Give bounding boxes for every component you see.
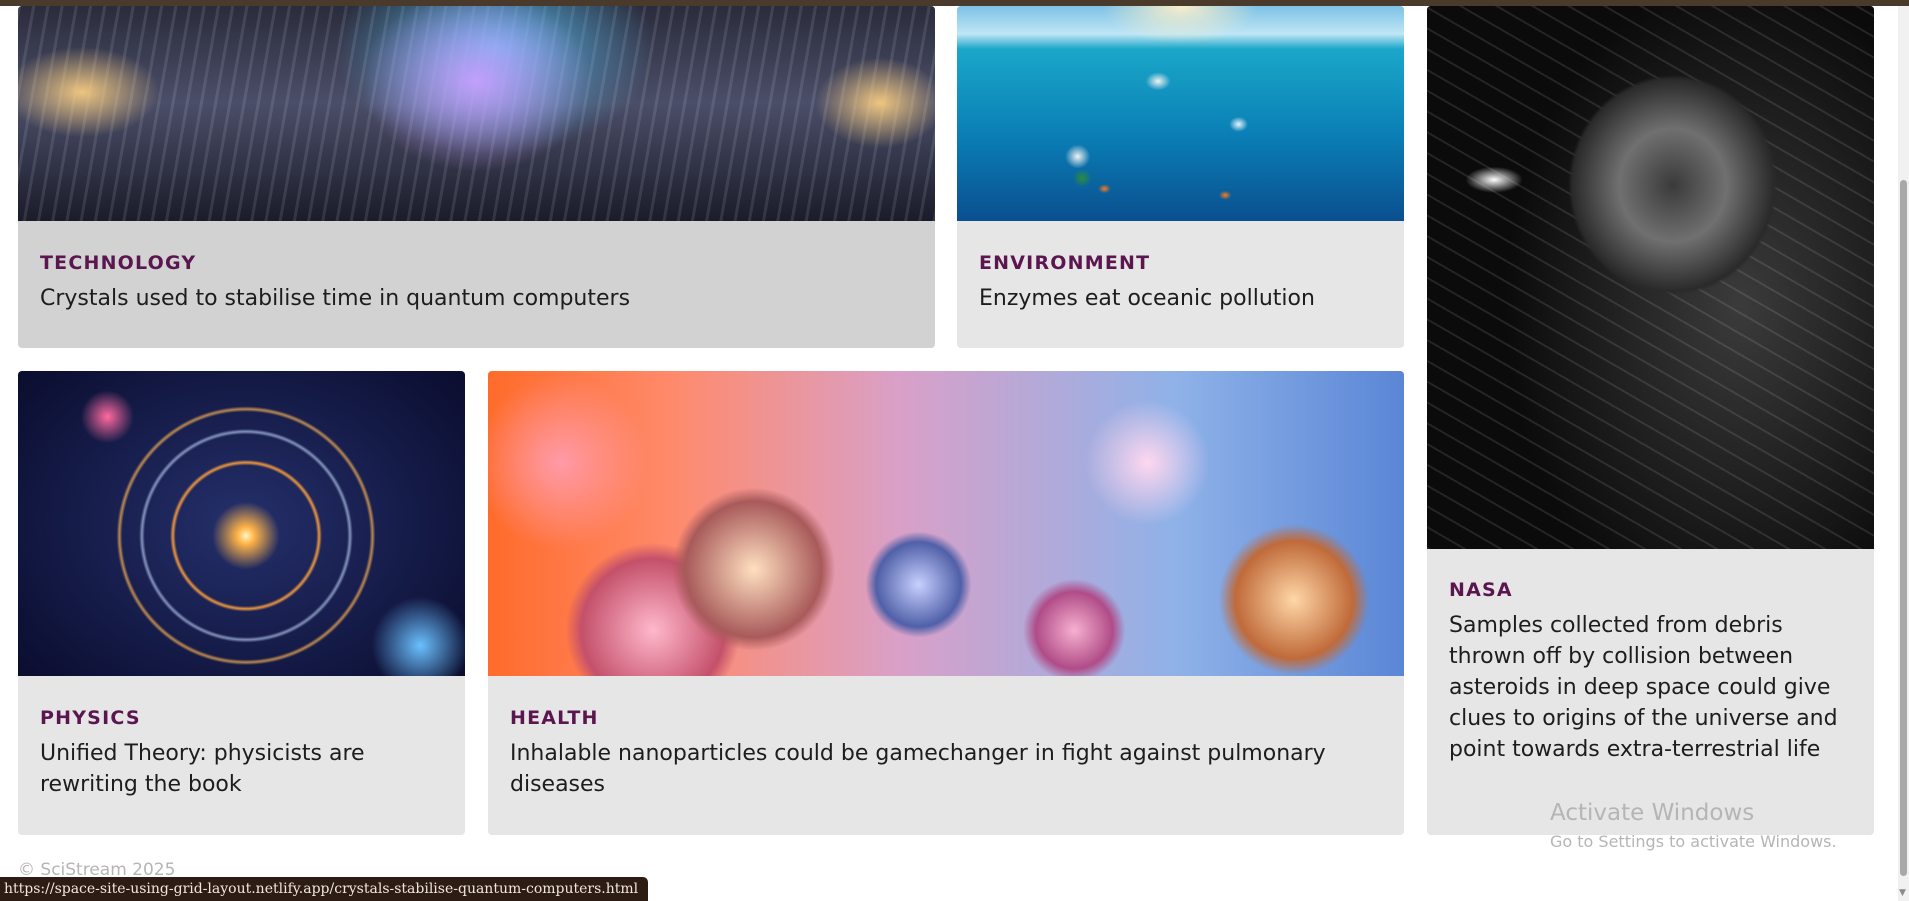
article-card-nasa[interactable]: NASA Samples collected from debris throw… bbox=[1427, 6, 1874, 835]
unified-theory-image bbox=[18, 371, 465, 676]
card-category: ENVIRONMENT bbox=[979, 252, 1151, 274]
watermark-title: Activate Windows bbox=[1550, 800, 1755, 826]
windows-activation-watermark: Activate Windows Go to Settings to activ… bbox=[1550, 800, 1837, 851]
scroll-down-arrow-icon[interactable]: ▼ bbox=[1899, 888, 1906, 898]
quantum-crystal-image bbox=[18, 6, 935, 221]
ocean-pollution-image bbox=[957, 6, 1404, 221]
card-category: HEALTH bbox=[510, 707, 599, 729]
card-headline[interactable]: Samples collected from debris thrown off… bbox=[1449, 610, 1852, 765]
watermark-subtitle: Go to Settings to activate Windows. bbox=[1550, 832, 1837, 851]
card-category: PHYSICS bbox=[40, 707, 141, 729]
card-category: TECHNOLOGY bbox=[40, 252, 197, 274]
link-status-bar: https://space-site-using-grid-layout.net… bbox=[0, 877, 649, 901]
nanoparticles-image bbox=[488, 371, 1404, 676]
article-card-technology[interactable]: TECHNOLOGY Crystals used to stabilise ti… bbox=[18, 6, 935, 348]
asteroid-image bbox=[1427, 6, 1874, 549]
card-headline[interactable]: Crystals used to stabilise time in quant… bbox=[40, 283, 913, 314]
article-card-health[interactable]: HEALTH Inhalable nanoparticles could be … bbox=[488, 371, 1404, 835]
article-card-environment[interactable]: ENVIRONMENT Enzymes eat oceanic pollutio… bbox=[957, 6, 1404, 348]
article-card-physics[interactable]: PHYSICS Unified Theory: physicists are r… bbox=[18, 371, 465, 835]
card-headline[interactable]: Inhalable nanoparticles could be gamecha… bbox=[510, 738, 1382, 800]
card-headline[interactable]: Unified Theory: physicists are rewriting… bbox=[40, 738, 443, 800]
card-category: NASA bbox=[1449, 579, 1513, 601]
scrollbar-thumb[interactable] bbox=[1900, 180, 1907, 876]
card-headline[interactable]: Enzymes eat oceanic pollution bbox=[979, 283, 1382, 314]
